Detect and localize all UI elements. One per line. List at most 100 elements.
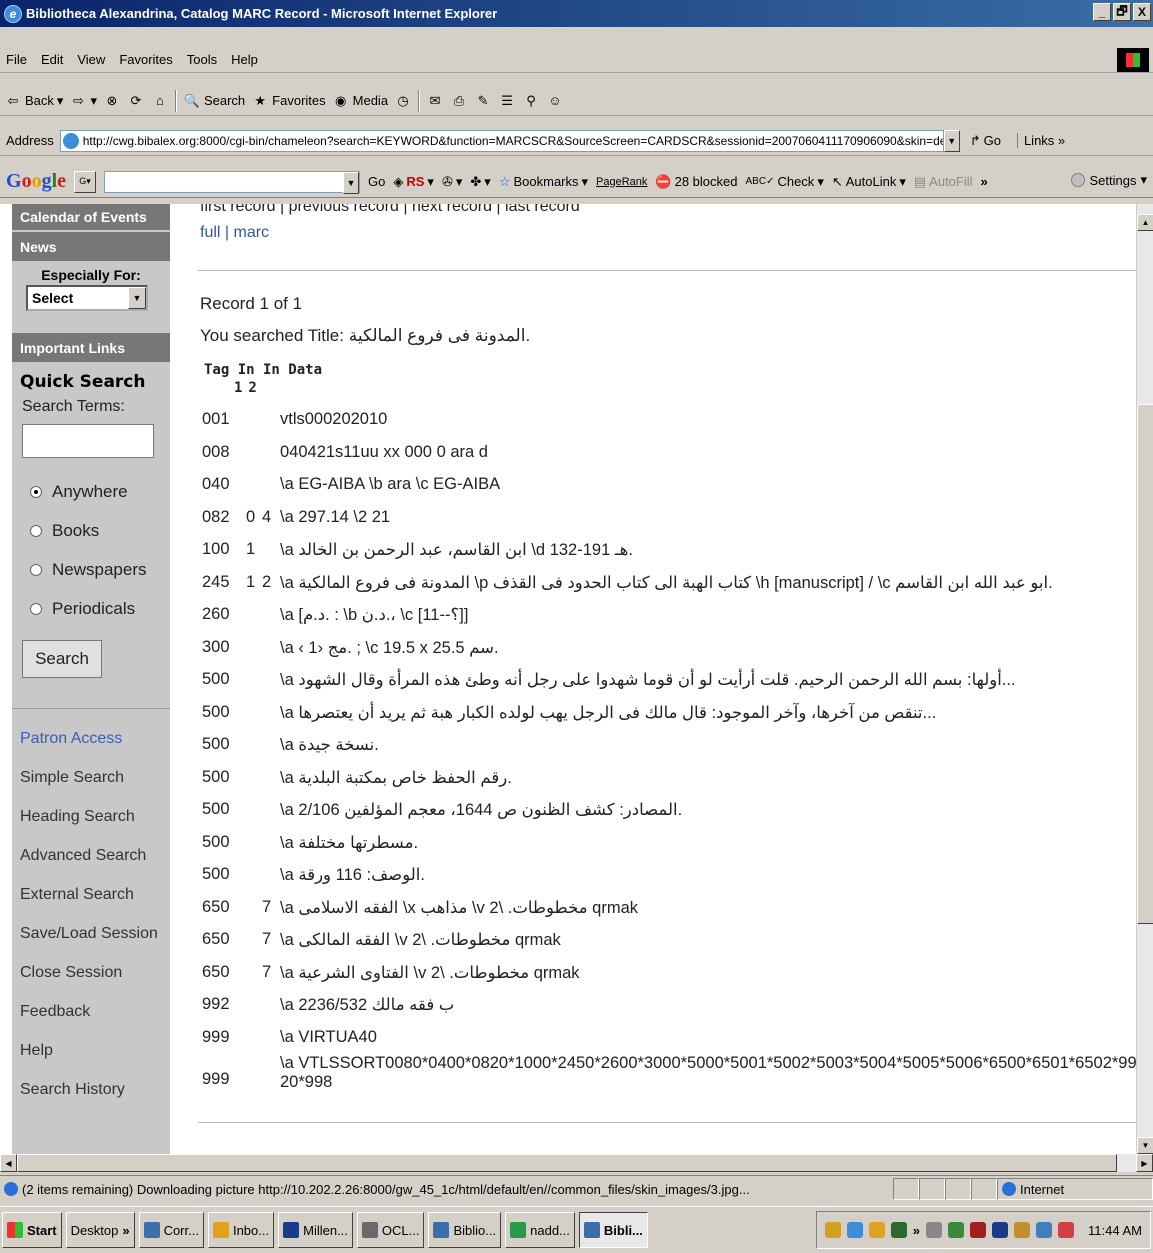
news-button[interactable]: ✇ ▾	[442, 174, 462, 190]
taskbar-item[interactable]: Millen...	[278, 1212, 353, 1248]
mail-icon[interactable]: ✉	[426, 92, 444, 110]
radio-button[interactable]	[30, 602, 42, 615]
close-button[interactable]: X	[1133, 3, 1151, 21]
radio-periodicals[interactable]: Periodicals	[12, 589, 170, 628]
horizontal-scrollbar[interactable]: ◀ ▶	[0, 1154, 1153, 1172]
taskbar-item[interactable]: Biblio...	[428, 1212, 502, 1248]
puzzle-button[interactable]: ✤ ▾	[470, 174, 490, 190]
tray-icon[interactable]	[1058, 1222, 1075, 1238]
google-logo[interactable]: Google	[6, 170, 66, 193]
edit-icon[interactable]: ✎	[474, 92, 492, 110]
forward-button[interactable]: ⇨ ▾	[69, 92, 97, 110]
discuss-icon[interactable]: ☰	[498, 92, 516, 110]
window-title-bar[interactable]: e Bibliotheca Alexandrina, Catalog MARC …	[0, 0, 1153, 27]
stop-icon[interactable]: ⊗	[103, 92, 121, 110]
links-button[interactable]: Links »	[1016, 133, 1065, 148]
favorites-button[interactable]: ★ Favorites	[251, 92, 325, 110]
google-search-input[interactable]: ▼	[104, 170, 361, 194]
search-button[interactable]: 🔍 Search	[183, 92, 245, 110]
tray-icon[interactable]	[1014, 1222, 1031, 1238]
research-icon[interactable]: ⚲	[522, 92, 540, 110]
antivirus-icon[interactable]	[970, 1222, 987, 1238]
sidebar-link-save-load-session[interactable]: Save/Load Session	[12, 914, 170, 953]
back-button[interactable]: ⇦ Back ▾	[4, 92, 64, 110]
ie-quicklaunch-icon[interactable]	[846, 1222, 863, 1238]
sidebar-item-news[interactable]: News	[12, 232, 170, 263]
taskbar-item[interactable]: OCL...	[356, 1212, 425, 1248]
menu-edit[interactable]: Edit	[41, 52, 63, 67]
messenger-icon[interactable]: ☺	[546, 92, 564, 110]
quick-search-button[interactable]: Search	[22, 640, 102, 678]
vertical-scrollbar[interactable]: ▲ ▼	[1136, 204, 1153, 1154]
taskbar-item[interactable]: nadd...	[505, 1212, 575, 1248]
desktop-toolbar[interactable]: Desktop»	[65, 1212, 135, 1248]
scroll-left-icon[interactable]: ◀	[0, 1154, 17, 1172]
sidebar-link-close-session[interactable]: Close Session	[12, 953, 170, 992]
search-terms-input[interactable]	[22, 424, 154, 458]
sidebar-item-important-links[interactable]: Important Links	[12, 333, 170, 364]
menu-file[interactable]: File	[6, 52, 27, 67]
maximize-button[interactable]: 🗗	[1113, 3, 1131, 21]
taskbar-item[interactable]: Corr...	[138, 1212, 204, 1248]
history-icon[interactable]: ◷	[394, 92, 412, 110]
spellcheck-button[interactable]: ABC✓ Check ▾	[746, 174, 824, 190]
radio-anywhere[interactable]: Anywhere	[12, 472, 170, 511]
radio-newspapers[interactable]: Newspapers	[12, 550, 170, 589]
especially-for-select[interactable]: Select ▼	[26, 285, 148, 311]
radio-button[interactable]	[30, 485, 42, 498]
radio-books[interactable]: Books	[12, 511, 170, 550]
sidebar-link-search-history[interactable]: Search History	[12, 1070, 170, 1109]
print-icon[interactable]: ⎙	[450, 92, 468, 110]
menu-view[interactable]: View	[77, 52, 105, 67]
menu-tools[interactable]: Tools	[187, 52, 217, 67]
bookmarks-button[interactable]: ☆ Bookmarks ▾	[499, 174, 588, 190]
volume-icon[interactable]	[926, 1222, 943, 1238]
sidebar-link-feedback[interactable]: Feedback	[12, 992, 170, 1031]
h-scroll-thumb[interactable]	[17, 1154, 1117, 1172]
rs-button[interactable]: ◈ RS ▾	[393, 174, 434, 190]
select-dropdown-icon[interactable]: ▼	[128, 287, 146, 309]
settings-button[interactable]: Settings ▾	[1071, 172, 1147, 188]
record-navigation[interactable]: first record | previous record | next re…	[200, 204, 1140, 216]
minimize-button[interactable]: _	[1093, 3, 1111, 21]
scroll-down-icon[interactable]: ▼	[1137, 1137, 1153, 1154]
taskbar-item[interactable]: Inbo...	[207, 1212, 275, 1248]
start-button[interactable]: Start	[2, 1212, 62, 1248]
google-search-dropdown-icon[interactable]: ▼	[343, 171, 360, 194]
google-menu-icon[interactable]: G▾	[74, 170, 97, 193]
taskbar-item-active[interactable]: Bibli...	[578, 1212, 648, 1248]
google-go-button[interactable]: Go	[368, 174, 385, 189]
tray-more[interactable]: »	[913, 1223, 920, 1238]
sidebar-link-simple-search[interactable]: Simple Search	[12, 758, 170, 797]
menu-favorites[interactable]: Favorites	[119, 52, 172, 67]
go-button[interactable]: ↱ Go	[970, 133, 1001, 149]
media-button[interactable]: ◉ Media	[332, 92, 388, 110]
sidebar-link-advanced-search[interactable]: Advanced Search	[12, 836, 170, 875]
address-input[interactable]: http://cwg.bibalex.org:8000/cgi-bin/cham…	[59, 129, 944, 152]
refresh-icon[interactable]: ⟳	[127, 92, 145, 110]
back-dropdown-icon[interactable]: ▾	[57, 93, 64, 109]
language-icon[interactable]	[992, 1222, 1009, 1238]
radio-button[interactable]	[30, 563, 42, 576]
sidebar-link-patron-access[interactable]: Patron Access	[12, 719, 170, 758]
outlook-quicklaunch-icon[interactable]	[868, 1222, 885, 1238]
network-icon[interactable]	[948, 1222, 965, 1238]
tray-icon[interactable]	[1036, 1222, 1053, 1238]
sidebar-link-help[interactable]: Help	[12, 1031, 170, 1070]
forward-dropdown-icon[interactable]: ▾	[90, 93, 97, 109]
address-dropdown-icon[interactable]: ▼	[943, 129, 960, 152]
media-quicklaunch-icon[interactable]	[890, 1222, 907, 1238]
sidebar-item-calendar[interactable]: Calendar of Events	[12, 204, 170, 232]
sidebar-link-heading-search[interactable]: Heading Search	[12, 797, 170, 836]
quicklaunch-icon[interactable]	[824, 1222, 841, 1238]
popup-blocker-button[interactable]: ⛔ 28 blocked	[655, 174, 737, 190]
radio-button[interactable]	[30, 524, 42, 537]
scroll-right-icon[interactable]: ▶	[1136, 1154, 1153, 1172]
view-toggle-links[interactable]: full | marc	[200, 224, 1140, 242]
scroll-thumb[interactable]	[1137, 404, 1153, 924]
sidebar-link-external-search[interactable]: External Search	[12, 875, 170, 914]
home-icon[interactable]: ⌂	[151, 92, 169, 110]
menu-help[interactable]: Help	[231, 52, 258, 67]
pagerank-indicator[interactable]: PageRank	[596, 176, 647, 188]
autofill-button[interactable]: ▤ AutoFill	[914, 174, 973, 190]
